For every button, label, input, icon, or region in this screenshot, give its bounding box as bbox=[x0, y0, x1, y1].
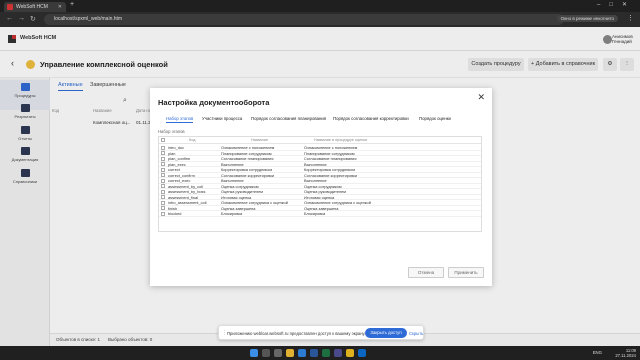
stage-checkbox[interactable] bbox=[161, 206, 165, 210]
grid-header: Код Название Название в процедуре оценки bbox=[159, 137, 481, 144]
url-input[interactable]: localhost/spxml_web/main.htm bbox=[44, 14, 564, 25]
stage-proc-name: Блокировка bbox=[304, 211, 326, 217]
stage-checkbox[interactable] bbox=[161, 167, 165, 172]
stage-checkbox[interactable] bbox=[161, 200, 165, 205]
stop-sharing-button[interactable]: Закрыть доступ bbox=[365, 328, 407, 338]
favicon-icon bbox=[7, 4, 13, 10]
tab-participants[interactable]: Участники процесса bbox=[202, 116, 242, 121]
teams-icon[interactable] bbox=[334, 349, 342, 357]
edge-icon[interactable] bbox=[298, 349, 306, 357]
dialog-title: Настройка документооборота bbox=[158, 98, 270, 107]
stage-checkbox[interactable] bbox=[161, 156, 165, 161]
stage-checkbox[interactable] bbox=[161, 151, 165, 155]
header-name[interactable]: Название bbox=[251, 138, 268, 142]
word-icon[interactable] bbox=[310, 349, 318, 357]
stage-checkbox[interactable] bbox=[161, 145, 165, 150]
close-tab-icon[interactable]: ✕ bbox=[58, 2, 62, 12]
screen-share-notification: ⋮ Приложению webloar.websoft.ru предоста… bbox=[218, 325, 424, 340]
stage-code: blocked bbox=[168, 211, 182, 217]
stage-checkbox[interactable] bbox=[161, 211, 165, 216]
explorer-icon[interactable] bbox=[286, 349, 294, 357]
back-arrow-icon[interactable]: ← bbox=[6, 15, 13, 22]
hide-link[interactable]: Скрыть bbox=[409, 331, 423, 336]
system-clock[interactable]: 11:09 27.11.2024 bbox=[615, 348, 636, 358]
notification-text: Приложению webloar.websoft.ru предоставл… bbox=[227, 331, 366, 336]
stages-grid: Код Название Название в процедуре оценки… bbox=[158, 136, 482, 232]
windows-taskbar: ENG 11:09 27.11.2024 bbox=[0, 346, 640, 360]
stage-set-label: Набор этапов bbox=[158, 129, 185, 134]
browser-tab-bar: WebSoft HCM ✕ + –□✕ bbox=[0, 0, 640, 12]
language-indicator[interactable]: ENG bbox=[593, 350, 602, 355]
stage-checkbox[interactable] bbox=[161, 173, 165, 177]
start-icon[interactable] bbox=[250, 349, 258, 357]
new-tab-icon[interactable]: + bbox=[70, 1, 74, 8]
stage-checkbox[interactable] bbox=[161, 184, 165, 188]
cancel-button[interactable]: Отмена bbox=[408, 267, 444, 278]
apply-button[interactable]: Применить bbox=[448, 267, 484, 278]
stage-name: Блокировка bbox=[221, 211, 243, 217]
stage-row[interactable]: blocked Блокировка Блокировка bbox=[159, 211, 481, 217]
workflow-settings-dialog: ✕ Настройка документооборота Набор этапо… bbox=[150, 88, 492, 286]
outlook-icon[interactable] bbox=[358, 349, 366, 357]
header-proc-name[interactable]: Название в процедуре оценки bbox=[314, 138, 367, 142]
select-all-checkbox[interactable] bbox=[161, 138, 165, 142]
stage-checkbox[interactable] bbox=[161, 178, 165, 183]
close-icon[interactable]: ✕ bbox=[477, 92, 485, 103]
forward-arrow-icon[interactable]: → bbox=[18, 15, 25, 22]
browser-tab-title: WebSoft HCM bbox=[16, 4, 48, 10]
search-taskbar-icon[interactable] bbox=[262, 349, 270, 357]
reload-icon[interactable]: ↻ bbox=[30, 15, 36, 23]
header-code[interactable]: Код bbox=[189, 138, 195, 142]
stage-checkbox[interactable] bbox=[161, 162, 165, 166]
stage-checkbox[interactable] bbox=[161, 195, 165, 199]
tab-planning-approval[interactable]: Порядок согласования планирования bbox=[251, 116, 326, 121]
stage-checkbox[interactable] bbox=[161, 189, 165, 194]
tab-assessment-order[interactable]: Порядок оценки bbox=[419, 116, 451, 121]
incognito-badge[interactable]: Окно в режиме инкогнито bbox=[556, 15, 618, 22]
tab-correction-approval[interactable]: Порядок согласования корректировки bbox=[333, 116, 409, 121]
window-controls[interactable]: –□✕ bbox=[597, 1, 636, 8]
excel-icon[interactable] bbox=[322, 349, 330, 357]
chrome-icon[interactable] bbox=[346, 349, 354, 357]
tab-stage-set[interactable]: Набор этапов bbox=[166, 116, 194, 123]
address-bar: ← → ↻ localhost/spxml_web/main.htm Окно … bbox=[0, 12, 640, 27]
task-view-icon[interactable] bbox=[274, 349, 282, 357]
browser-menu-icon[interactable]: ⋮ bbox=[627, 14, 634, 22]
browser-tab[interactable]: WebSoft HCM ✕ bbox=[4, 2, 66, 12]
